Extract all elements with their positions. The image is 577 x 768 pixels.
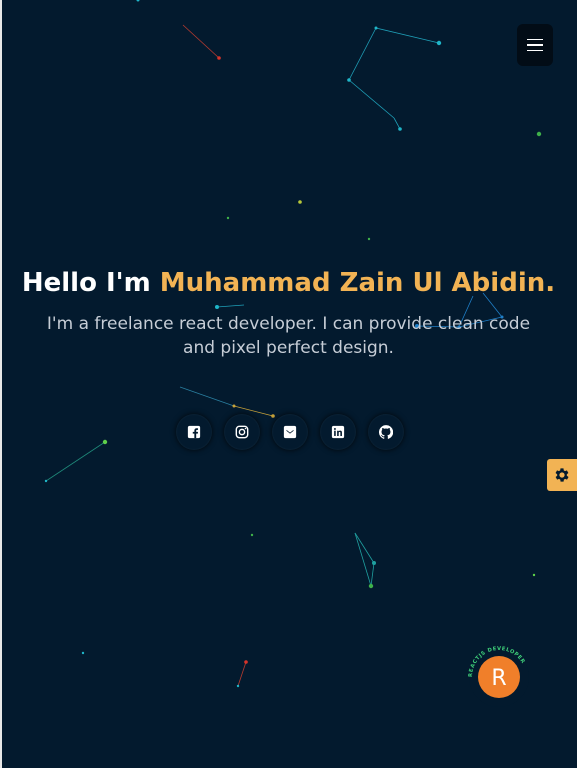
gear-icon [555,468,569,482]
hero-heading: Hello I'm Muhammad Zain Ul Abidin. [0,268,577,298]
github-link[interactable] [368,414,404,450]
github-icon [379,425,393,439]
instagram-icon [235,425,249,439]
linkedin-icon [331,425,345,439]
hero-section: Hello I'm Muhammad Zain Ul Abidin. I'm a… [0,268,577,360]
menu-button[interactable] [517,24,553,66]
badge-letter: R [491,666,506,691]
linkedin-link[interactable] [320,414,356,450]
hero-name: Muhammad Zain Ul Abidin. [159,268,556,298]
hero-greeting: Hello I'm [21,268,160,298]
instagram-link[interactable] [224,414,260,450]
social-links [176,414,404,450]
hamburger-icon-line [527,44,543,46]
settings-toggle[interactable] [547,459,577,491]
facebook-icon [187,425,201,439]
hero-description: I'm a freelance react developer. I can p… [46,314,531,358]
facebook-link[interactable] [176,414,212,450]
developer-badge[interactable]: REACTJS DEVELOPER R [468,646,530,708]
hamburger-icon-line [527,49,543,52]
twitter-icon [283,425,297,439]
twitter-link[interactable] [272,414,308,450]
hamburger-icon-line [527,38,543,41]
